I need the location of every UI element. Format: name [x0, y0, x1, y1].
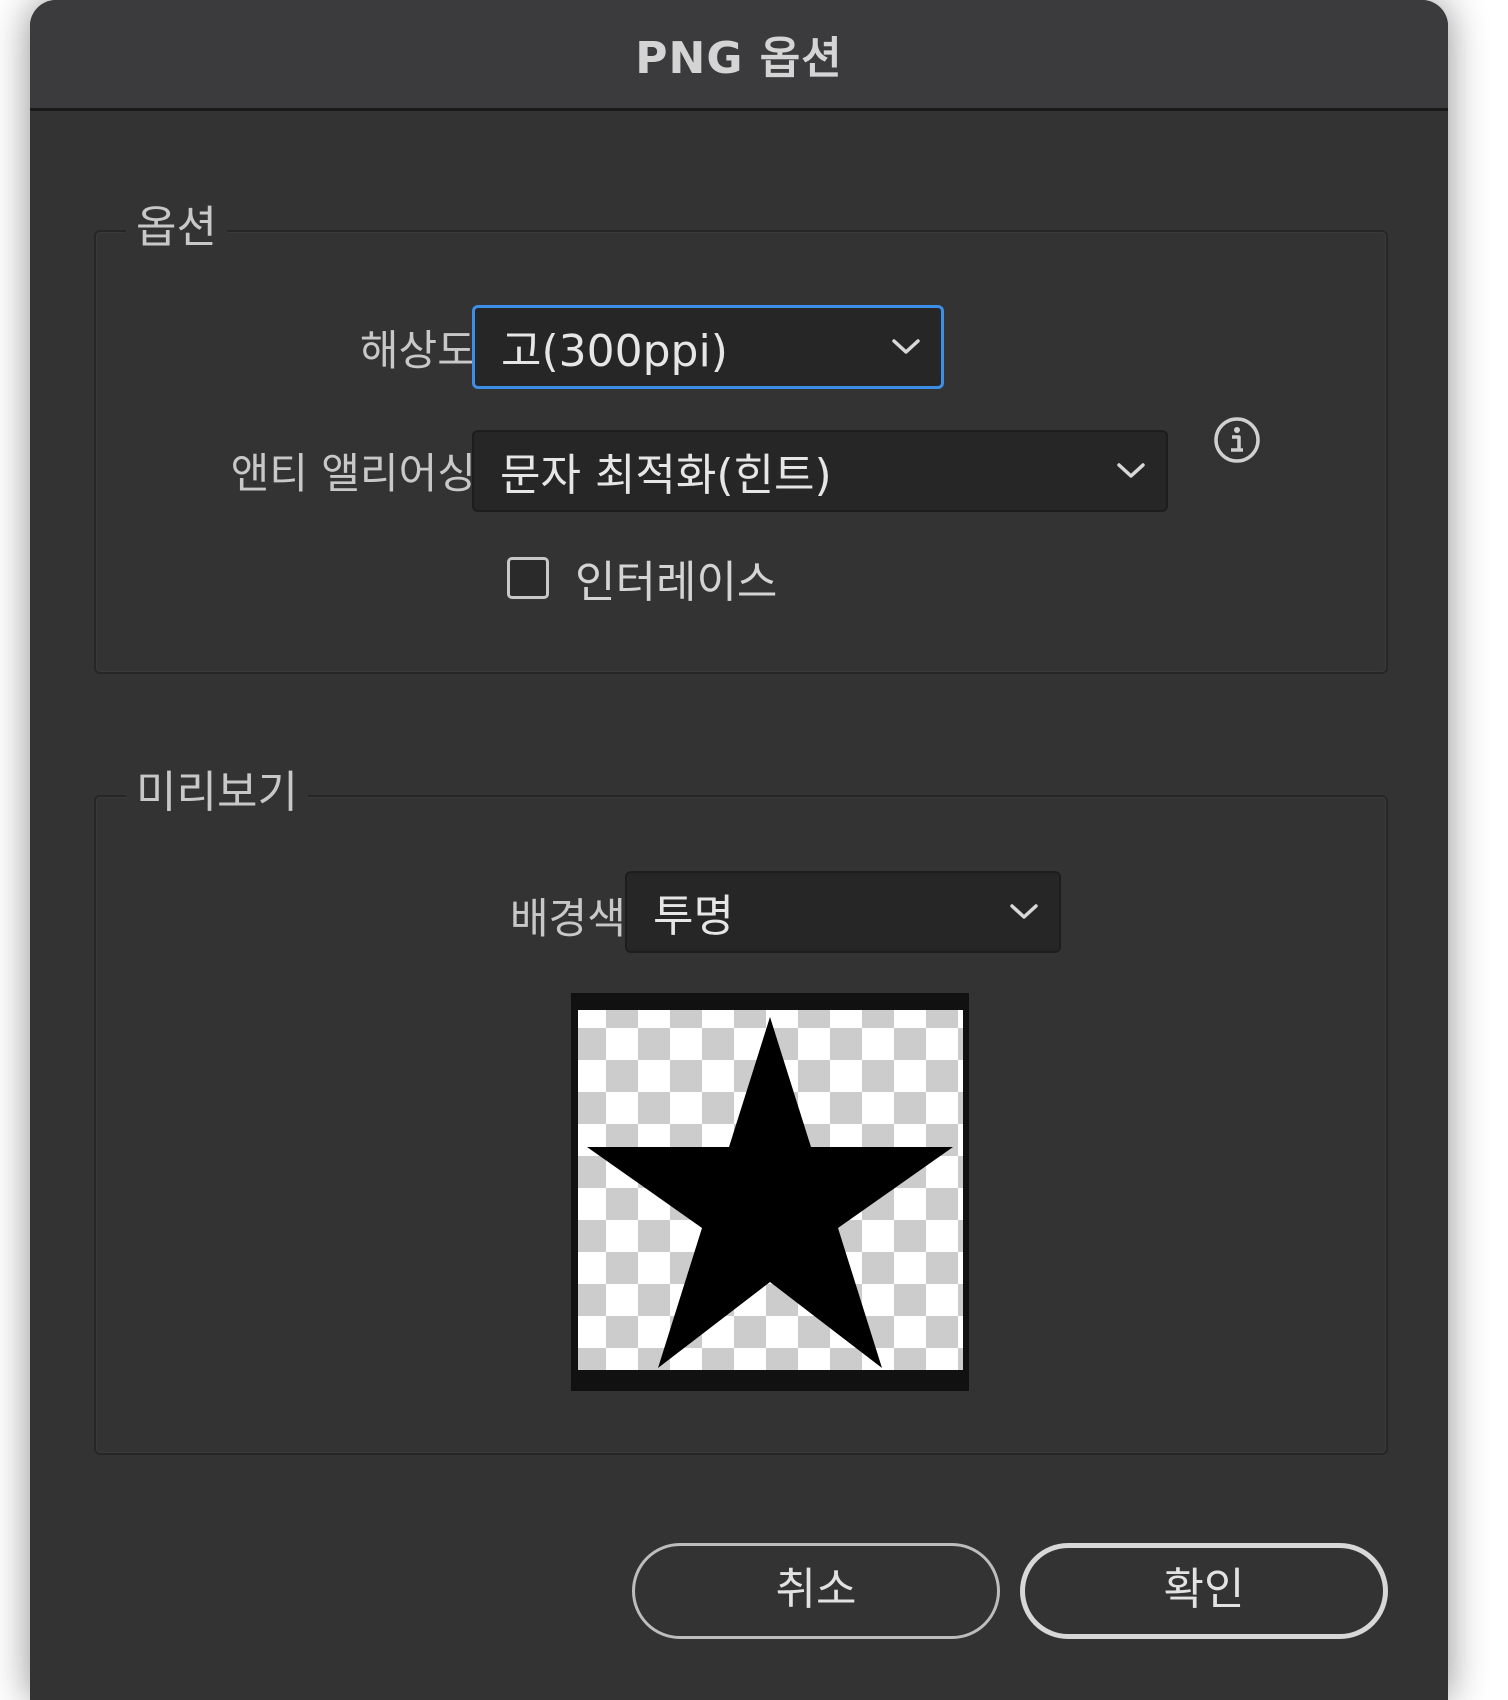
antialias-select-value: 문자 최적화(힌트)	[500, 450, 832, 501]
background-color-label: 배경색:	[509, 894, 640, 943]
preview-canvas	[574, 996, 966, 1388]
resolution-label: 해상도:	[359, 326, 490, 375]
background-color-select-value: 투명	[653, 891, 734, 942]
dialog-title: PNG 옵션	[635, 33, 843, 84]
antialias-label: 앤티 앨리어싱:	[230, 449, 490, 498]
antialias-select[interactable]: 문자 최적화(힌트)	[472, 430, 1168, 512]
background-color-select[interactable]: 투명	[625, 871, 1061, 953]
chevron-down-icon	[1010, 904, 1038, 919]
interlace-checkbox[interactable]	[507, 557, 549, 599]
chevron-down-icon	[1117, 463, 1145, 478]
ok-button[interactable]: 확인	[1020, 1543, 1388, 1639]
options-group-legend: 옵션	[126, 198, 227, 258]
resolution-select[interactable]: 고(300ppi)	[472, 305, 944, 389]
chevron-down-icon	[892, 339, 920, 354]
png-options-dialog: PNG 옵션 옵션 해상도: 고(300ppi) 앤티 앨리어싱: 문자 최적화…	[30, 0, 1448, 1700]
info-icon[interactable]	[1213, 416, 1261, 464]
preview-image	[571, 993, 969, 1391]
interlace-label[interactable]: 인터레이스	[575, 546, 777, 610]
preview-group-legend: 미리보기	[126, 763, 308, 823]
resolution-select-value: 고(300ppi)	[501, 326, 728, 377]
dialog-titlebar[interactable]: PNG 옵션	[30, 0, 1448, 111]
cancel-button[interactable]: 취소	[632, 1543, 1000, 1639]
